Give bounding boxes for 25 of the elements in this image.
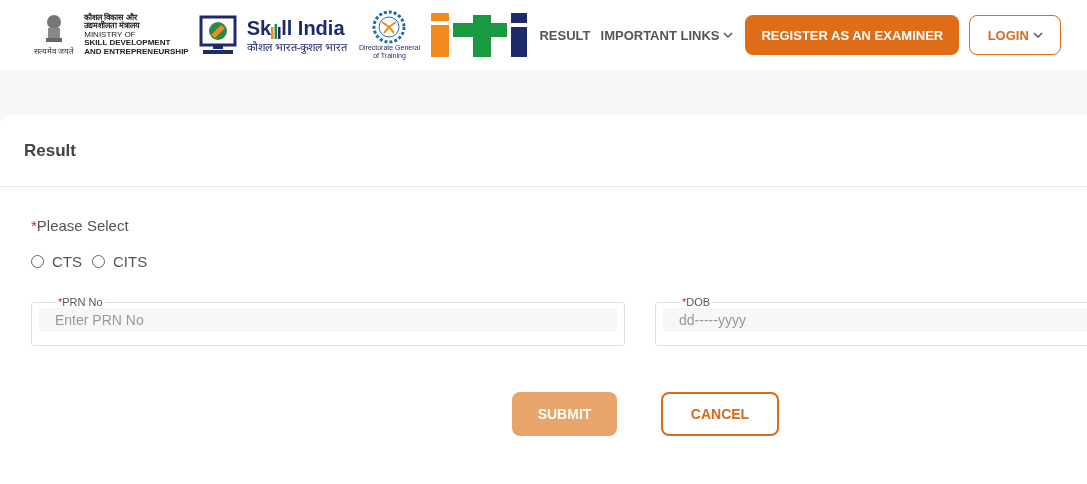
- ministry-text: SKILL DEVELOPMENT: [84, 39, 172, 48]
- radio-label[interactable]: CITS: [113, 253, 148, 270]
- input-field[interactable]: *PRN No Enter PRN No: [31, 296, 625, 346]
- logo-text: ll India: [281, 16, 345, 39]
- ministry-text: AND ENTREPRENEURSHIP: [84, 47, 189, 57]
- input-field[interactable]: *DOB dd-----yyyy: [655, 296, 1087, 346]
- logo-tagline: कौशल भारत-कुशल भारत: [246, 39, 348, 54]
- field-label: *PRN No: [57, 296, 104, 308]
- nav-link[interactable]: IMPORTANT LINKS: [600, 27, 734, 43]
- monitor-icon: [198, 15, 237, 55]
- gear-icon: [372, 10, 407, 44]
- motto-text: सत्यमेव जयते: [34, 46, 75, 56]
- radio-label[interactable]: CTS: [52, 253, 82, 270]
- radio-button[interactable]: [31, 255, 44, 268]
- radio-button[interactable]: [92, 255, 105, 268]
- ministry-text: MINISTRY OF: [84, 30, 137, 40]
- field-label: *Please Select: [31, 217, 129, 234]
- bars-icon: [271, 22, 282, 39]
- card-title: Result: [24, 140, 76, 161]
- nav-link[interactable]: RESULT: [539, 27, 591, 43]
- field-label: *DOB: [681, 296, 712, 308]
- required-mark: *: [682, 296, 687, 308]
- required-mark: *: [58, 296, 63, 308]
- required-mark: *: [31, 217, 37, 234]
- logo-text: Sk: [246, 16, 272, 39]
